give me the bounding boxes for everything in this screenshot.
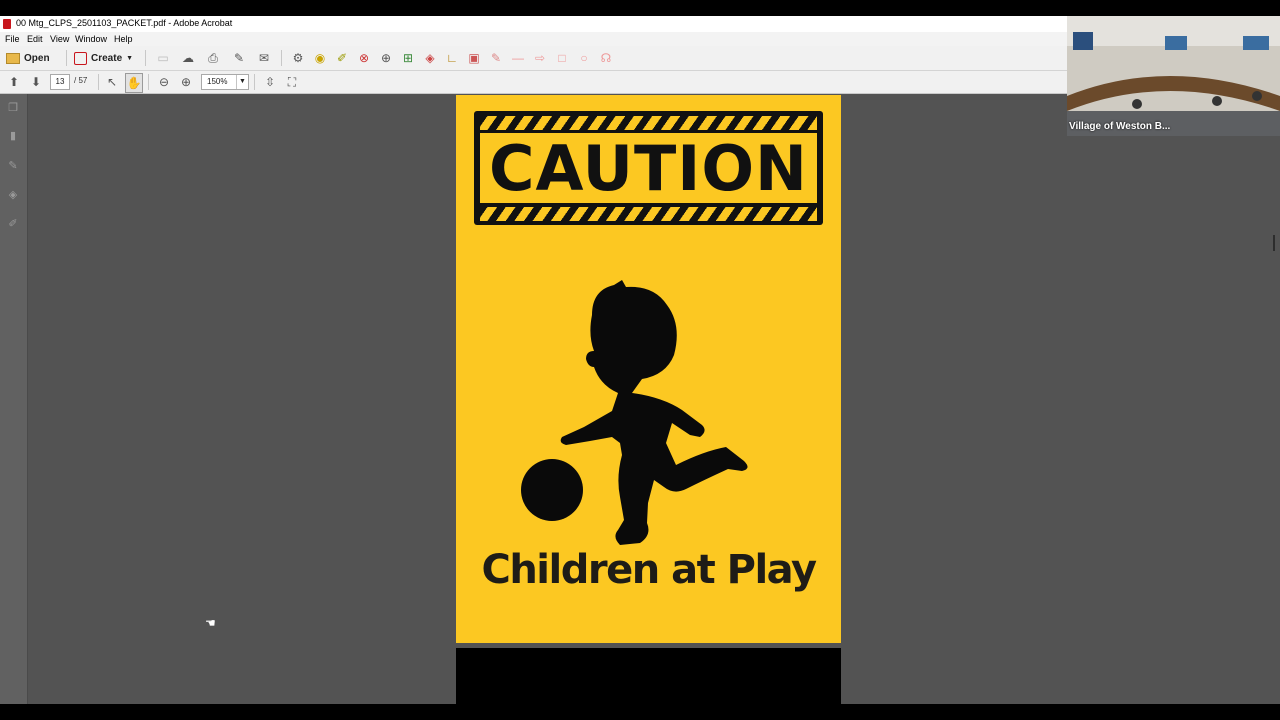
remove-icon[interactable]: ⊗ <box>356 49 372 67</box>
toolbar-divider <box>66 50 67 66</box>
toolbar-divider <box>98 74 99 90</box>
hazard-stripe-bottom <box>480 207 817 221</box>
title-bar: 00 Mtg_CLPS_2501103_PACKET.pdf - Adobe A… <box>0 16 1067 32</box>
page-total: / 57 <box>74 76 88 85</box>
scrollbar-thumb[interactable] <box>1273 235 1275 251</box>
hand-cursor-icon: ☚ <box>205 616 216 630</box>
save-icon[interactable]: ▭ <box>155 49 171 67</box>
arrow-icon[interactable]: ⇨ <box>532 49 548 67</box>
edit-tools-icon[interactable]: ✐ <box>7 218 19 230</box>
child-shape <box>560 280 748 545</box>
caution-panel: CAUTION <box>480 131 817 205</box>
stamp-icon[interactable]: ◈ <box>422 49 438 67</box>
menu-help[interactable]: Help <box>114 34 133 44</box>
acrobat-window: 00 Mtg_CLPS_2501103_PACKET.pdf - Adobe A… <box>0 16 1067 704</box>
window-title: 00 Mtg_CLPS_2501103_PACKET.pdf - Adobe A… <box>16 18 233 28</box>
child-playing-ball-silhouette <box>521 280 748 545</box>
rectangle-icon[interactable]: □ <box>554 49 570 67</box>
menu-file[interactable]: File <box>5 34 20 44</box>
textbox-icon[interactable]: ▣ <box>466 49 482 67</box>
menu-view[interactable]: View <box>50 34 69 44</box>
cloud-shape-icon[interactable]: ☊ <box>598 49 614 67</box>
page-number-input[interactable]: 13 <box>50 74 70 90</box>
zoom-out-icon[interactable]: ⊖ <box>156 73 172 91</box>
menu-edit[interactable]: Edit <box>27 34 43 44</box>
hand-tool-icon[interactable]: ✋ <box>125 73 143 93</box>
right-canvas <box>1067 136 1280 704</box>
navigation-toolbar: ⬆ ⬇ 13 / 57 ↖ ✋ ⊖ ⊕ 150% ▼ ⇳ ⛶ <box>0 71 1067 94</box>
email-icon[interactable]: ✉ <box>256 49 272 67</box>
zoom-in-icon[interactable]: ⊕ <box>178 73 194 91</box>
highlight-icon[interactable]: ✐ <box>334 49 350 67</box>
chevron-down-icon: ▼ <box>126 54 134 62</box>
menu-bar: File Edit View Window Help <box>0 32 1067 46</box>
cloud-upload-icon[interactable]: ☁ <box>180 49 196 67</box>
create-pdf-icon <box>74 51 87 65</box>
signature-icon[interactable]: ✎ <box>7 160 19 172</box>
bookmarks-icon[interactable]: ▮ <box>7 130 19 142</box>
settings-gear-icon[interactable]: ⚙ <box>290 49 306 67</box>
attach-icon[interactable]: ⊕ <box>378 49 394 67</box>
toolbar-divider <box>148 74 149 90</box>
ball-shape <box>521 459 583 521</box>
pdf-page: CAUTION Children at Play <box>456 95 841 643</box>
zoom-value: 150% <box>207 77 228 86</box>
select-cursor-icon[interactable]: ↖ <box>104 73 120 91</box>
print-icon[interactable]: ⎙ <box>205 49 221 67</box>
menu-window[interactable]: Window <box>75 34 107 44</box>
toolbar-divider <box>145 50 146 66</box>
open-button[interactable]: Open <box>6 49 58 67</box>
layers-icon[interactable]: ◈ <box>7 189 19 201</box>
meeting-room-image <box>1067 16 1280 136</box>
edit-icon[interactable]: ✎ <box>231 49 247 67</box>
document-view[interactable]: CAUTION Children at Play ☚ <box>28 94 1067 704</box>
page-thumbnails-icon[interactable]: ❐ <box>7 102 19 114</box>
fit-page-icon[interactable]: ⛶ <box>284 73 300 91</box>
create-button[interactable]: Create ▼ <box>74 49 136 67</box>
main-toolbar: Open Create ▼ ▭ ☁ ⎙ ✎ ✉ ⚙ ◉ ✐ ⊗ ⊕ ⊞ ◈ ∟ … <box>0 46 1067 71</box>
pencil-icon[interactable]: ✎ <box>488 49 504 67</box>
caution-heading: CAUTION <box>489 131 808 205</box>
oval-icon[interactable]: ○ <box>576 49 592 67</box>
create-button-label: Create <box>91 52 123 64</box>
next-page-icon[interactable]: ⬇ <box>28 73 44 91</box>
pdf-file-icon <box>3 19 11 29</box>
sign-caption: Children at Play <box>481 547 817 593</box>
toolbar-divider <box>281 50 282 66</box>
previous-page-icon[interactable]: ⬆ <box>6 73 22 91</box>
participant-name-label: Village of Weston B... <box>1069 121 1171 132</box>
hazard-stripe-top <box>480 116 817 130</box>
open-button-label: Open <box>24 52 50 64</box>
chevron-down-icon[interactable]: ▼ <box>236 75 248 89</box>
folder-icon <box>6 52 20 64</box>
navigation-pane: ❐ ▮ ✎ ◈ ✐ <box>0 94 28 704</box>
insert-icon[interactable]: ⊞ <box>400 49 416 67</box>
comment-icon[interactable]: ◉ <box>312 49 328 67</box>
zoom-select[interactable]: 150% ▼ <box>201 74 249 90</box>
line-icon[interactable]: — <box>510 49 526 67</box>
crop-icon[interactable]: ∟ <box>444 49 460 67</box>
caution-banner: CAUTION <box>474 111 823 225</box>
video-thumbnail[interactable]: Village of Weston B... <box>1067 16 1280 136</box>
next-pdf-page <box>456 648 841 704</box>
toolbar-divider <box>254 74 255 90</box>
fit-width-icon[interactable]: ⇳ <box>262 73 278 91</box>
